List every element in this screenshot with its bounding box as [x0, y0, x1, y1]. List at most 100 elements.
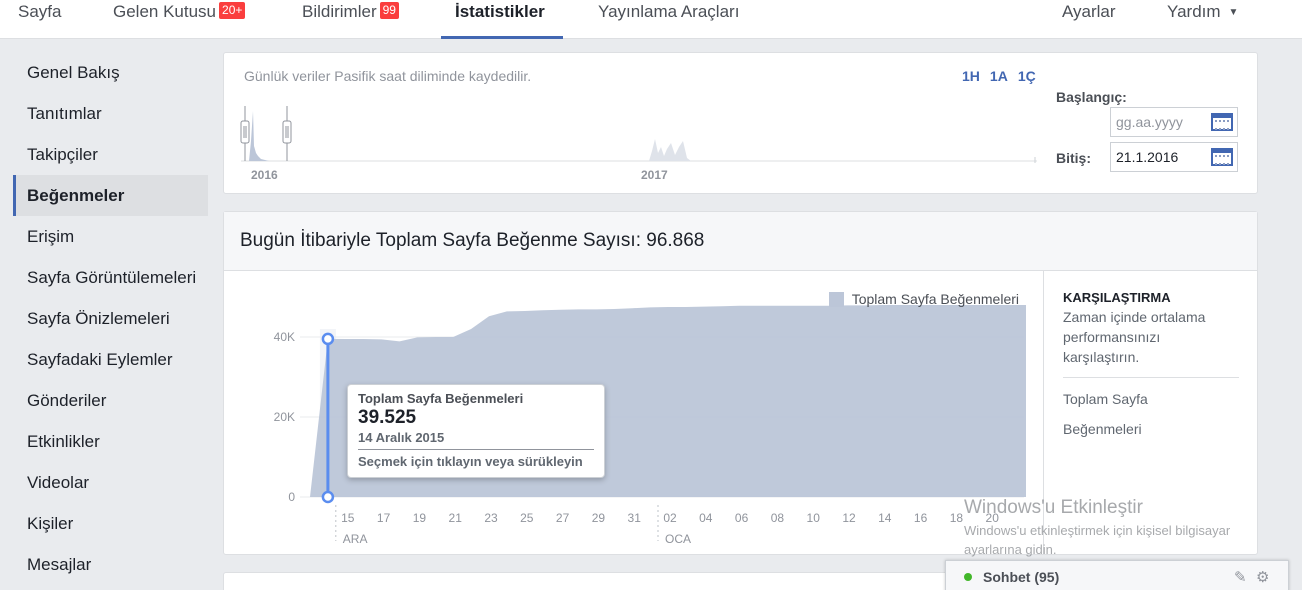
card-header: Bugün İtibariyle Toplam Sayfa Beğenme Sa… — [224, 212, 1257, 271]
sidebar-item-posts[interactable]: Gönderiler — [13, 380, 208, 421]
nav-settings-label: Ayarlar — [1062, 2, 1116, 21]
x-tick-label: 21 — [449, 511, 463, 525]
legend-swatch — [828, 292, 844, 307]
sidebar-item-reach[interactable]: Erişim — [13, 216, 208, 257]
sidebar-item-actions-on-page[interactable]: Sayfadaki Eylemler — [13, 339, 208, 380]
watermark-title: Windows'u Etkinleştir — [964, 497, 1143, 518]
tooltip-value: 39.525 — [358, 407, 417, 428]
card-title: Bugün İtibariyle Toplam Sayfa Beğenme Sa… — [240, 230, 705, 251]
sidebar-item-label: Sayfa Görüntülemeleri — [27, 268, 197, 287]
overview-spike-2016 — [249, 111, 269, 161]
start-date-placeholder: gg.aa.yyyy — [1116, 114, 1183, 130]
sidebar-item-label: Sayfa Önizlemeleri — [27, 309, 170, 328]
compose-icon[interactable]: ✎ — [1234, 568, 1247, 586]
sidebar-item-videos[interactable]: Videolar — [13, 462, 208, 503]
x-tick-label: 23 — [484, 511, 498, 525]
x-tick-label: 12 — [842, 511, 856, 525]
nav-tab-label: Yayınlama Araçları — [598, 2, 740, 21]
preset-1q-button[interactable]: 1Ç — [1018, 68, 1036, 84]
chart-legend[interactable]: Toplam Sayfa Beğenmeleri — [828, 291, 1019, 307]
nav-tab-inbox[interactable]: Gelen Kutusu 20+ — [113, 0, 246, 39]
sidebar-item-label: Genel Bakış — [27, 63, 120, 82]
sidebar-item-people[interactable]: Kişiler — [13, 503, 208, 544]
sidebar-item-label: Takipçiler — [27, 145, 98, 164]
timezone-notice: Günlük veriler Pasifik saat diliminde ka… — [244, 68, 532, 84]
nav-tab-label: Gelen Kutusu — [113, 2, 217, 21]
x-tick-label: 04 — [699, 511, 713, 525]
x-tick-label: 25 — [520, 511, 534, 525]
preset-1m-button[interactable]: 1A — [990, 68, 1008, 84]
tooltip-hint: Seçmek için tıklayın veya sürükleyin — [358, 454, 583, 469]
overview-range-handle-right[interactable] — [282, 106, 292, 161]
x-tick-label: 06 — [735, 511, 749, 525]
nav-tab-label: İstatistikler — [455, 2, 545, 21]
compare-title: KARŞILAŞTIRMA — [1063, 290, 1171, 305]
x-tick-label: 17 — [377, 511, 391, 525]
overview-range-handle-left[interactable] — [240, 106, 250, 161]
nav-help[interactable]: Yardım ▼ — [1167, 0, 1238, 39]
chat-label: Sohbet (95) — [983, 569, 1060, 585]
sidebar-item-page-views[interactable]: Sayfa Görüntülemeleri — [13, 257, 208, 298]
sidebar-item-events[interactable]: Etkinlikler — [13, 421, 208, 462]
end-date-input[interactable]: 21.1.2016 — [1110, 142, 1238, 172]
x-tick-label: 15 — [341, 511, 355, 525]
sidebar-item-followers[interactable]: Takipçiler — [13, 134, 208, 175]
hover-base-point — [321, 490, 335, 504]
x-tick-label: 29 — [592, 511, 606, 525]
date-range-card: Günlük veriler Pasifik saat diliminde ka… — [223, 52, 1258, 194]
gear-icon[interactable]: ⚙ — [1256, 568, 1269, 586]
start-date-label: Başlangıç: — [1056, 89, 1127, 105]
online-status-icon — [964, 573, 972, 581]
sidebar-item-promotions[interactable]: Tanıtımlar — [13, 93, 208, 134]
sidebar-item-label: Mesajlar — [27, 555, 92, 574]
sidebar-item-page-previews[interactable]: Sayfa Önizlemeleri — [13, 298, 208, 339]
chat-bar[interactable]: Sohbet (95) ✎ ⚙ — [945, 560, 1289, 590]
start-date-input[interactable]: gg.aa.yyyy — [1110, 107, 1238, 137]
x-tick-label: 14 — [878, 511, 892, 525]
sidebar-item-label: Erişim — [27, 227, 75, 246]
sidebar-item-overview[interactable]: Genel Bakış — [13, 52, 208, 93]
compare-description: Zaman içinde ortalama performansınızı ka… — [1063, 307, 1239, 378]
overview-spike-2017 — [649, 139, 691, 161]
month-label: ARA — [343, 532, 368, 546]
sidebar-item-label: Beğenmeler — [27, 186, 125, 205]
y-tick-label: 40K — [274, 330, 295, 344]
calendar-icon[interactable] — [1211, 148, 1233, 166]
inbox-count-badge: 20+ — [219, 2, 246, 19]
y-tick-label: 20K — [274, 410, 295, 424]
preset-1w-button[interactable]: 1H — [962, 68, 980, 84]
sidebar-item-label: Videolar — [27, 473, 90, 492]
sidebar-item-likes[interactable]: Beğenmeler — [13, 175, 208, 216]
sidebar-item-messages[interactable]: Mesajlar — [13, 544, 208, 585]
sidebar-item-label: Sayfadaki Eylemler — [27, 350, 173, 369]
x-tick-label: 08 — [771, 511, 785, 525]
x-tick-label: 02 — [663, 511, 677, 525]
compare-panel: KARŞILAŞTIRMA Zaman içinde ortalama perf… — [1063, 290, 1239, 438]
y-tick-label: 0 — [288, 490, 295, 504]
nav-tab-publishing-tools[interactable]: Yayınlama Araçları — [598, 0, 739, 39]
calendar-icon[interactable] — [1211, 113, 1233, 131]
sidebar-item-label: Gönderiler — [27, 391, 107, 410]
compare-option-line2[interactable]: Beğenmeleri — [1063, 420, 1239, 438]
caret-down-icon: ▼ — [1228, 7, 1239, 18]
nav-settings[interactable]: Ayarlar — [1062, 0, 1116, 39]
range-presets: 1H 1A 1Ç — [962, 68, 1046, 84]
legend-label: Toplam Sayfa Beğenmeleri — [851, 291, 1019, 307]
year-label-2016: 2016 — [251, 168, 278, 182]
tooltip-series-name: Toplam Sayfa Beğenmeleri — [358, 391, 524, 406]
nav-tab-label: Bildirimler — [302, 2, 377, 21]
nav-tab-sayfa[interactable]: Sayfa — [18, 0, 61, 39]
x-tick-label: 19 — [413, 511, 427, 525]
sidebar-item-label: Etkinlikler — [27, 432, 100, 451]
chart-tooltip: Toplam Sayfa Beğenmeleri 39.525 14 Aralı… — [347, 384, 605, 478]
month-label: OCA — [665, 532, 691, 546]
hover-point — [321, 332, 335, 346]
x-tick-label: 27 — [556, 511, 570, 525]
nav-help-label: Yardım — [1167, 2, 1221, 21]
x-tick-label: 18 — [950, 511, 964, 525]
compare-option-line1[interactable]: Toplam Sayfa — [1063, 390, 1239, 408]
x-tick-label: 16 — [914, 511, 928, 525]
nav-tab-notifications[interactable]: Bildirimler 99 — [302, 0, 399, 39]
nav-tab-insights[interactable]: İstatistikler — [441, 0, 563, 39]
range-overview-chart[interactable] — [239, 101, 1039, 186]
